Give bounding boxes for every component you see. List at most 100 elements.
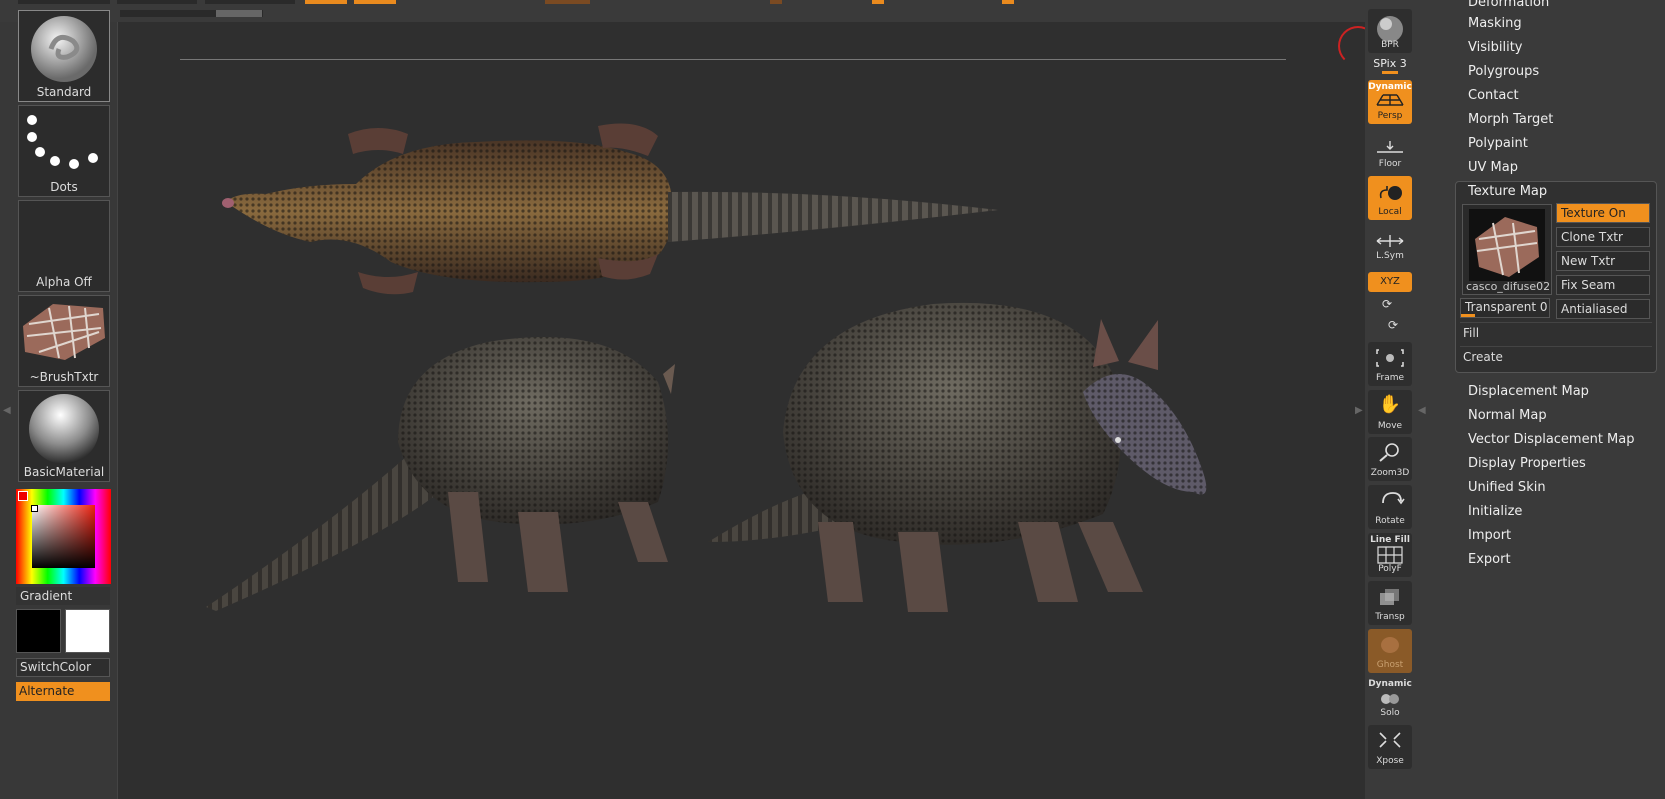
local-button[interactable]: Local <box>1368 176 1412 220</box>
top-slider-handle[interactable] <box>872 0 884 4</box>
color-picker-hue-ring[interactable] <box>16 489 111 584</box>
menu-item-normal-map[interactable]: Normal Map <box>1468 408 1547 423</box>
bpr-button[interactable]: BPR <box>1368 9 1412 53</box>
top-segment[interactable] <box>117 0 197 4</box>
texture-thumbnail-image <box>1475 217 1539 277</box>
left-tray-arrow-icon[interactable]: ◀ <box>3 405 11 421</box>
right-tray-arrow-icon[interactable]: ◀ <box>1418 405 1426 421</box>
top-scroll-thumb[interactable] <box>216 10 262 17</box>
polyf-button[interactable]: Line Fill PolyF <box>1368 533 1412 577</box>
perspective-grid-icon <box>1376 94 1404 106</box>
lsym-button[interactable]: L.Sym <box>1368 224 1412 264</box>
spix-slider[interactable]: SPix 3 <box>1368 57 1412 74</box>
transparent-slider[interactable]: Transparent 0 <box>1460 298 1550 318</box>
alternate-button[interactable]: Alternate <box>16 682 110 701</box>
menu-item-uv-map[interactable]: UV Map <box>1468 160 1518 175</box>
solo-label: Solo <box>1380 708 1400 718</box>
solo-button[interactable]: Dynamic Solo <box>1368 677 1412 721</box>
zoom3d-button[interactable]: Zoom3D <box>1368 437 1412 481</box>
menu-item-morph-target[interactable]: Morph Target <box>1468 112 1553 127</box>
rotate-button[interactable]: Rotate <box>1368 485 1412 529</box>
spix-label: SPix 3 <box>1373 57 1407 70</box>
floor-label: Floor <box>1378 159 1402 169</box>
menu-item-polygroups[interactable]: Polygroups <box>1468 64 1539 79</box>
alternate-label: Alternate <box>19 684 75 698</box>
texture-on-button[interactable]: Texture On <box>1556 203 1650 223</box>
move-button[interactable]: ✋ Move <box>1368 390 1412 434</box>
ghost-label: Ghost <box>1376 660 1404 670</box>
armadillo-model-render[interactable] <box>118 22 1366 799</box>
secondary-color-swatch[interactable] <box>16 609 61 653</box>
top-slider-handle[interactable] <box>770 0 782 4</box>
clone-txtr-button[interactable]: Clone Txtr <box>1556 227 1650 247</box>
menu-item-vector-displacement-map[interactable]: Vector Displacement Map <box>1468 432 1635 447</box>
switchcolor-button[interactable]: SwitchColor <box>16 658 110 677</box>
menu-item-visibility[interactable]: Visibility <box>1468 40 1522 55</box>
texture-name-label: casco_difuse02 <box>1466 280 1551 293</box>
color-picker-cursor[interactable] <box>31 505 38 512</box>
brush-label: Standard <box>36 85 92 99</box>
menu-item-masking[interactable]: Masking <box>1468 16 1522 31</box>
ghost-button[interactable]: Ghost <box>1368 629 1412 673</box>
document-canvas[interactable] <box>117 22 1378 799</box>
divider <box>1460 346 1652 347</box>
current-color-swatch <box>18 491 28 501</box>
texture-slot[interactable]: ~BrushTxtr <box>18 295 110 387</box>
main-color-swatch[interactable] <box>65 609 110 653</box>
menu-item-initialize[interactable]: Initialize <box>1468 504 1522 519</box>
spix-slider-fill <box>1382 71 1398 74</box>
material-slot[interactable]: BasicMaterial <box>18 390 110 482</box>
brush-texture-thumbnail <box>23 304 105 360</box>
brush-slot[interactable]: Standard <box>18 10 110 102</box>
persp-top-label: Dynamic <box>1368 82 1412 92</box>
menu-item-displacement-map[interactable]: Displacement Map <box>1468 384 1589 399</box>
top-orange-button[interactable] <box>305 0 347 4</box>
xyz-button[interactable]: XYZ <box>1368 272 1412 292</box>
dots-stroke-icon <box>27 115 98 169</box>
menu-item-import[interactable]: Import <box>1468 528 1511 543</box>
antialiased-button[interactable]: Antialiased <box>1556 299 1650 319</box>
frame-button[interactable]: Frame <box>1368 342 1412 386</box>
create-button[interactable]: Create <box>1463 350 1503 364</box>
menu-item-polypaint[interactable]: Polypaint <box>1468 136 1528 151</box>
menu-item-deformation[interactable]: Deformation <box>1468 0 1549 10</box>
menu-item-unified-skin[interactable]: Unified Skin <box>1468 480 1546 495</box>
fix-seam-button[interactable]: Fix Seam <box>1556 275 1650 295</box>
right-tray-arrow-icon[interactable]: ▶ <box>1355 405 1363 421</box>
persp-button[interactable]: Dynamic Persp <box>1368 80 1412 124</box>
top-orange-button[interactable] <box>354 0 396 4</box>
color-picker-saturation-square[interactable] <box>32 505 95 568</box>
texture-label: ~BrushTxtr <box>29 370 99 384</box>
menu-item-display-properties[interactable]: Display Properties <box>1468 456 1586 471</box>
new-txtr-button[interactable]: New Txtr <box>1556 251 1650 271</box>
menu-item-contact[interactable]: Contact <box>1468 88 1519 103</box>
menu-item-export[interactable]: Export <box>1468 552 1511 567</box>
fill-button[interactable]: Fill <box>1463 326 1479 340</box>
rotate-z-axis-icon[interactable]: ⟳ <box>1388 318 1398 332</box>
xpose-button[interactable]: Xpose <box>1368 725 1412 769</box>
top-segment[interactable] <box>205 0 295 4</box>
solo-top-label: Dynamic <box>1368 679 1412 689</box>
floor-button[interactable]: Floor <box>1368 128 1412 172</box>
rotate-label: Rotate <box>1375 516 1405 526</box>
rotate-y-axis-icon[interactable]: ⟳ <box>1382 297 1392 311</box>
top-segment[interactable] <box>18 0 110 4</box>
transp-button[interactable]: Transp <box>1368 581 1412 625</box>
lsym-label: L.Sym <box>1376 251 1404 261</box>
floor-icon <box>1377 141 1403 153</box>
stroke-slot[interactable]: Dots <box>18 105 110 197</box>
local-label: Local <box>1378 207 1402 217</box>
gradient-button[interactable]: Gradient <box>16 587 110 605</box>
armadillo-rear-view <box>206 337 675 611</box>
standard-brush-icon <box>31 16 97 82</box>
top-slider-handle[interactable] <box>1002 0 1014 4</box>
symmetry-arrows-icon <box>1376 235 1404 247</box>
hand-icon: ✋ <box>1378 394 1402 415</box>
transparency-icon <box>1380 589 1399 605</box>
ghost-icon <box>1381 637 1399 653</box>
polyframe-grid-icon <box>1377 546 1403 564</box>
menu-item-texture-map[interactable]: Texture Map <box>1468 184 1547 199</box>
top-slider-handle[interactable] <box>545 0 590 4</box>
texture-thumbnail-slot[interactable]: casco_difuse02 <box>1462 204 1552 295</box>
alpha-slot[interactable]: Alpha Off <box>18 200 110 292</box>
